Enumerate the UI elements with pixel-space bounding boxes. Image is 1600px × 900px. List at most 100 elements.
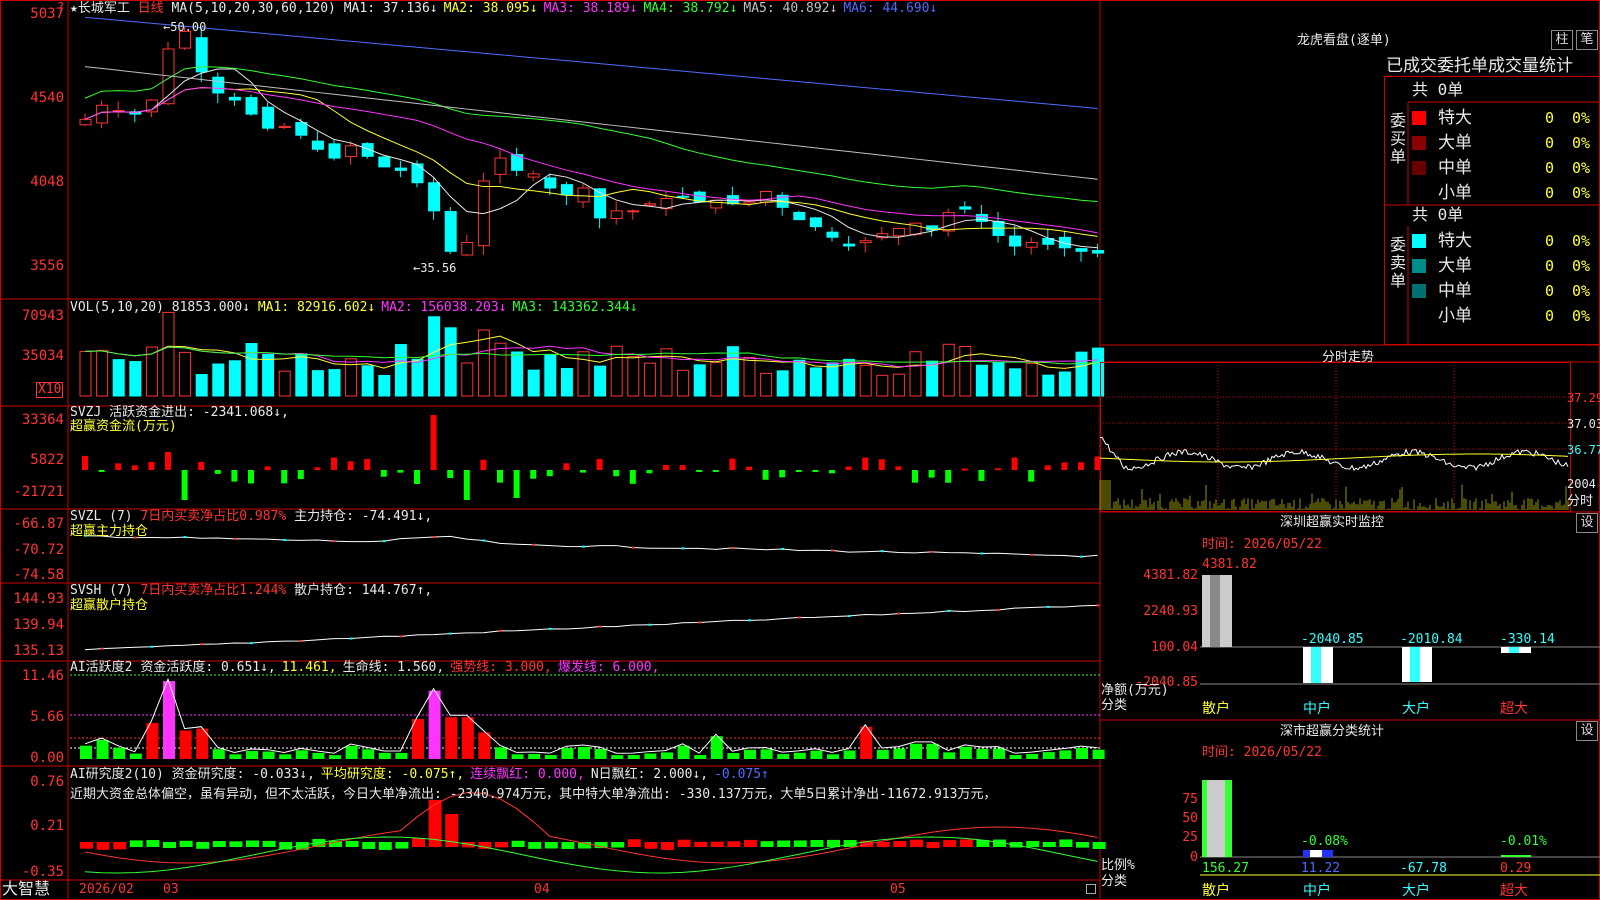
research-line — [84, 792, 1098, 864]
activity-bar — [246, 750, 258, 759]
fund-flow-bar — [613, 470, 620, 477]
period-label[interactable]: 日线 — [138, 1, 164, 16]
fund-flow-bar — [214, 470, 221, 474]
volume-bar — [394, 344, 407, 397]
holding-tick — [150, 645, 154, 648]
settings-mark[interactable]: ? — [57, 0, 64, 14]
activity-bar — [744, 749, 756, 759]
class-time: 时间: 2026/05/22 — [1202, 745, 1322, 760]
lock-icon[interactable] — [1086, 884, 1096, 894]
candle-body — [1009, 235, 1022, 247]
activity-bar — [827, 754, 839, 759]
fund-flow-bar — [878, 459, 885, 470]
research-bar — [495, 842, 508, 848]
research-bar — [1026, 840, 1040, 847]
fund-flow-bar — [430, 415, 437, 470]
order-type-name: 特大 — [1438, 108, 1472, 128]
holding-tick — [432, 535, 436, 538]
fund-flow-bar — [115, 463, 122, 470]
stat-title: 已成交委托单成交量统计 — [1386, 56, 1573, 76]
volume-bar — [992, 362, 1005, 397]
volume-bar — [809, 367, 822, 397]
volume-bar — [527, 369, 540, 397]
candle-body — [212, 76, 225, 94]
candle-body — [610, 210, 623, 219]
holding-tick — [548, 627, 552, 630]
category-name: 超大 — [1500, 701, 1528, 717]
class-settings-button[interactable]: 设 — [1576, 721, 1598, 741]
candle-body — [461, 242, 474, 256]
activity-bar — [96, 740, 109, 759]
activity-bar — [345, 745, 358, 759]
volume-bar — [859, 364, 872, 397]
order-count: 0 — [1544, 307, 1554, 325]
pen-mode-button[interactable]: 笔 — [1576, 30, 1598, 50]
svzj-y-label: 5822 — [30, 452, 64, 468]
research-bar — [362, 842, 376, 849]
holding-tick — [997, 608, 1000, 611]
fund-flow-bar — [364, 459, 371, 470]
holding-tick — [731, 546, 735, 549]
fund-flow-bar — [679, 465, 686, 470]
order-pct: 0% — [1572, 184, 1591, 202]
monitor-bar-shade — [1311, 647, 1321, 683]
holding-tick — [582, 545, 585, 548]
research-bar — [1076, 842, 1089, 848]
activity-bar — [495, 747, 507, 759]
category-name: 中户 — [1303, 701, 1331, 717]
class-bar-value: 0.29 — [1500, 861, 1532, 876]
research-bar — [1059, 839, 1073, 847]
order-type-name: 小单 — [1438, 183, 1472, 203]
fund-flow-bar — [347, 461, 354, 470]
order-count: 0 — [1544, 109, 1554, 127]
fund-flow-bar — [928, 470, 935, 478]
fund-flow-bar — [165, 452, 171, 470]
vol-unit-badge[interactable]: X10 — [36, 382, 64, 398]
activity-bar — [1026, 753, 1039, 759]
fund-flow-bar — [978, 470, 985, 481]
vol-ma-item: MA1: 82916.602↓ — [257, 300, 376, 315]
ai2-items-item: -0.075↑ — [714, 767, 769, 782]
fund-flow-bar — [264, 466, 271, 470]
candle-body — [843, 243, 856, 247]
fs-price-label: 36.77 — [1567, 443, 1600, 457]
research-bar — [528, 842, 542, 849]
volume-bar — [1025, 362, 1038, 397]
research-bar — [246, 840, 259, 847]
volume-bar — [1092, 347, 1105, 397]
candle-body — [444, 211, 457, 252]
volume-bar — [1042, 374, 1055, 397]
volume-bar — [378, 374, 391, 397]
volume-bar — [1009, 368, 1022, 397]
low-price-mark: ←35.56 — [413, 261, 457, 275]
holding-tick — [847, 615, 851, 618]
stock-name[interactable]: 长城军工 — [78, 1, 130, 16]
svsh-y-label: 135.13 — [13, 643, 64, 659]
activity-bar — [1059, 750, 1072, 759]
holding-tick — [1046, 605, 1050, 608]
monitor-title: 深圳超赢实时监控 — [1280, 515, 1385, 530]
order-pct: 0% — [1572, 232, 1591, 250]
candle-body — [1092, 250, 1105, 254]
activity-bar — [1009, 755, 1022, 759]
svzl-y-label: -74.58 — [13, 567, 64, 583]
volume-bar — [328, 369, 341, 397]
volume-bar — [560, 368, 573, 397]
volume-bar — [162, 311, 175, 397]
volume-bar — [743, 356, 756, 397]
research-bar — [893, 841, 907, 847]
vol-header: VOL(5,10,20) 81853.000↓ MA1: 82916.602↓ M… — [70, 300, 644, 315]
fund-flow-bar — [712, 470, 719, 473]
bar-mode-button[interactable]: 柱 — [1551, 30, 1573, 50]
holding-tick — [748, 619, 751, 622]
fs-title: 分时走势 — [1322, 350, 1375, 365]
monitor-settings-button[interactable]: 设 — [1576, 513, 1598, 533]
x-axis-label: 05 — [890, 882, 906, 897]
fund-flow-bar — [862, 457, 869, 470]
order-count: 0 — [1544, 257, 1554, 275]
chart-canvas[interactable] — [0, 0, 1600, 900]
research-bar — [727, 841, 741, 847]
holding-tick — [349, 637, 353, 640]
volume-bar — [693, 364, 706, 397]
fund-flow-bar — [463, 470, 470, 500]
